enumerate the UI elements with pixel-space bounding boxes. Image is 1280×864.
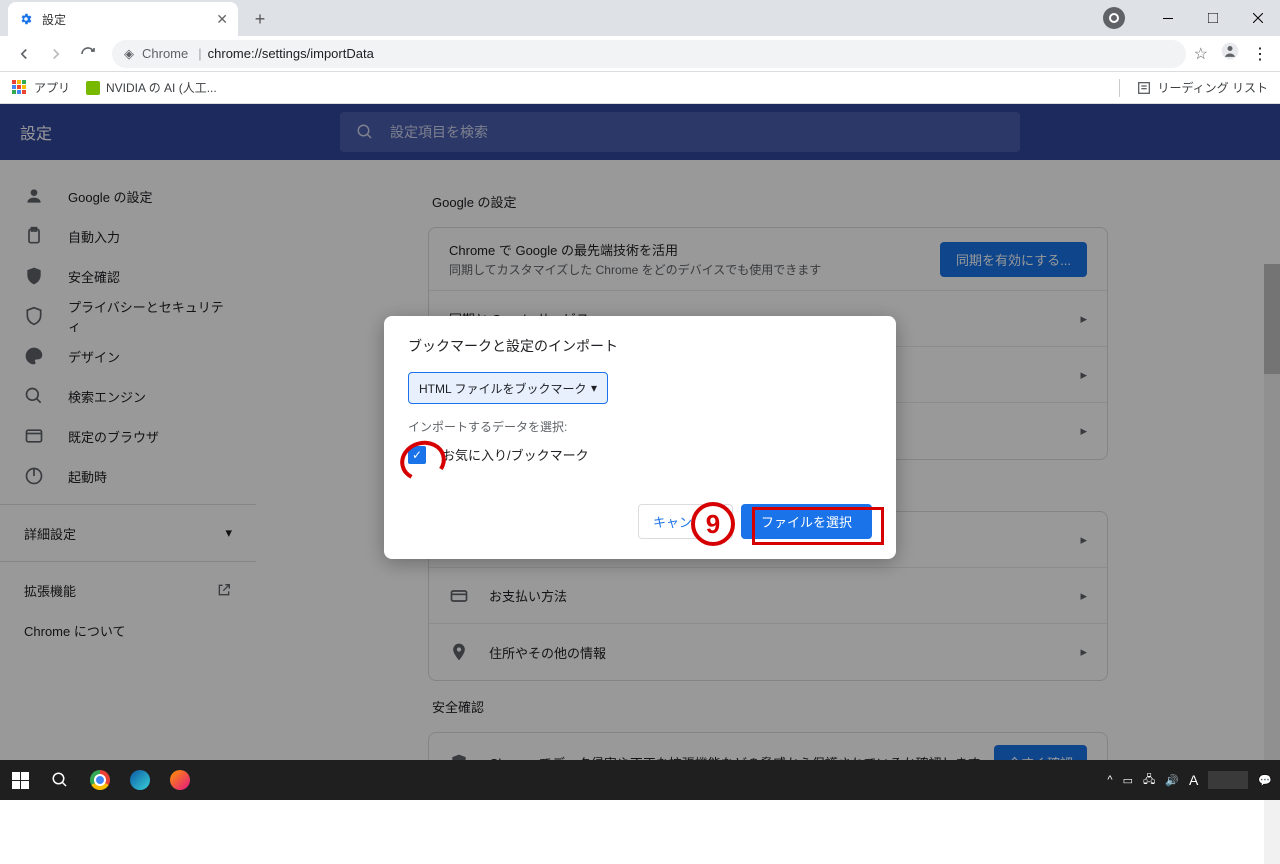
dialog-subtitle: インポートするデータを選択: [408, 418, 872, 435]
forward-button[interactable] [40, 38, 72, 70]
address-bar: ◈ Chrome | chrome://settings/importData … [0, 36, 1280, 72]
tab-close-icon[interactable]: ✕ [216, 11, 228, 28]
maximize-button[interactable] [1190, 3, 1235, 33]
import-source-select[interactable]: HTML ファイルをブックマーク ▾ [408, 372, 608, 404]
omnibox-url: chrome://settings/importData [208, 46, 374, 61]
tray-rect[interactable] [1208, 771, 1248, 789]
tray-chevron-icon[interactable]: ^ [1107, 774, 1112, 786]
chrome-icon [90, 770, 110, 790]
close-window-button[interactable] [1235, 3, 1280, 33]
ime-indicator[interactable]: A [1189, 772, 1198, 788]
taskbar-firefox[interactable] [160, 760, 200, 800]
network-icon[interactable]: 🖧 [1143, 771, 1155, 790]
edge-icon [130, 770, 150, 790]
omnibox-scheme: Chrome [142, 46, 188, 61]
taskbar-edge[interactable] [120, 760, 160, 800]
minimize-button[interactable] [1145, 3, 1190, 33]
browser-tab-strip: 設定 ✕ + [0, 0, 1280, 36]
window-controls [1103, 0, 1280, 36]
battery-icon[interactable]: ▭ [1123, 774, 1133, 787]
bookmark-star-icon[interactable]: ☆ [1194, 44, 1208, 64]
profile-button[interactable] [1220, 41, 1240, 66]
windows-taskbar: ^ ▭ 🖧 🔊 A 💬 [0, 760, 1280, 800]
settings-icon [18, 11, 34, 27]
back-button[interactable] [8, 38, 40, 70]
omnibox[interactable]: ◈ Chrome | chrome://settings/importData [112, 40, 1186, 68]
windows-logo-icon [12, 772, 29, 789]
bookmarks-bar: アプリ NVIDIA の AI (人工... リーディング リスト [0, 72, 1280, 104]
dialog-title: ブックマークと設定のインポート [408, 336, 872, 356]
nvidia-icon [86, 81, 100, 95]
taskbar-chrome[interactable] [80, 760, 120, 800]
import-dialog: ブックマークと設定のインポート HTML ファイルをブックマーク ▾ インポート… [384, 316, 896, 559]
search-button[interactable] [40, 760, 80, 800]
bookmark-nvidia[interactable]: NVIDIA の AI (人工... [86, 79, 217, 96]
favorites-checkbox-row[interactable]: ✓ お気に入り/ブックマーク [408, 445, 872, 464]
browser-tab[interactable]: 設定 ✕ [8, 2, 238, 36]
choose-file-button[interactable]: ファイルを選択 [741, 504, 872, 539]
reading-list-button[interactable]: リーディング リスト [1119, 79, 1269, 97]
system-tray[interactable]: ^ ▭ 🖧 🔊 A 💬 [1107, 760, 1280, 800]
kebab-menu-icon[interactable]: ⋮ [1252, 44, 1268, 64]
annotation-number: 9 [691, 502, 735, 546]
search-icon [51, 771, 69, 789]
checkbox-checked-icon[interactable]: ✓ [408, 446, 426, 464]
volume-icon[interactable]: 🔊 [1165, 774, 1179, 787]
tab-title: 設定 [42, 11, 216, 28]
profile-avatar-icon[interactable] [1103, 7, 1125, 29]
apps-shortcut[interactable]: アプリ [12, 79, 70, 96]
reload-button[interactable] [72, 38, 104, 70]
start-button[interactable] [0, 760, 40, 800]
new-tab-button[interactable]: + [246, 5, 274, 33]
reading-list-icon [1136, 80, 1152, 96]
notifications-icon[interactable]: 💬 [1258, 774, 1272, 787]
firefox-icon [170, 770, 190, 790]
site-info-icon: ◈ [124, 46, 134, 62]
apps-grid-icon [12, 80, 28, 96]
dropdown-arrow-icon: ▾ [591, 381, 597, 395]
